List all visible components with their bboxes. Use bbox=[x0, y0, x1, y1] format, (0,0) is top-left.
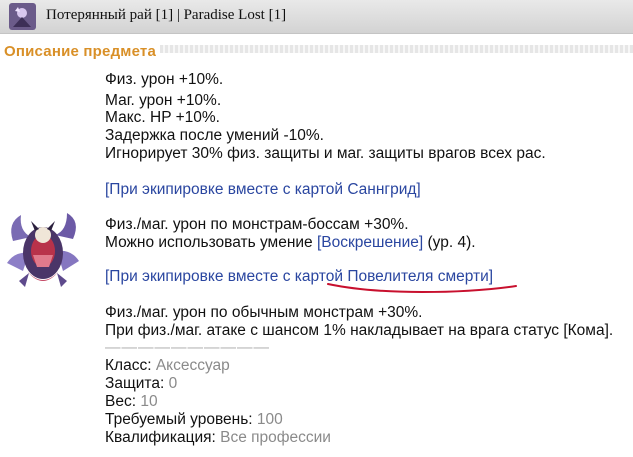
window-title: Потерянный рай [1] | Paradise Lost [1] bbox=[46, 7, 287, 23]
combo-header-prefix: [При экипировке вместе с картой bbox=[105, 268, 348, 285]
app-icon bbox=[9, 3, 36, 30]
combo-effect-line: При физ./маг. атаке с шансом 1% накладыв… bbox=[105, 322, 614, 339]
property-class: Класс: Аксессуар bbox=[105, 357, 230, 375]
property-value: 10 bbox=[140, 393, 158, 410]
header-divider bbox=[160, 45, 633, 53]
skill-text-prefix: Можно использовать умение bbox=[105, 234, 317, 251]
property-label: Защита: bbox=[105, 375, 169, 392]
section-title: Описание предмета bbox=[4, 43, 157, 60]
stat-line: Физ. урон +10%. bbox=[105, 71, 224, 88]
property-value: 100 bbox=[256, 411, 283, 428]
stat-line: Задержка после умений -10%. bbox=[105, 127, 324, 144]
combo-effect-line: Можно использовать умение [Воскрешение] … bbox=[105, 234, 476, 252]
stat-line: Игнорирует 30% физ. защиты и маг. защиты… bbox=[105, 145, 546, 162]
property-defense: Защита: 0 bbox=[105, 375, 177, 393]
skill-text-suffix: (ур. 4). bbox=[423, 234, 476, 251]
property-label: Квалификация: bbox=[105, 429, 221, 446]
property-value: 0 bbox=[168, 375, 178, 392]
stat-line: Маг. урон +10%. bbox=[105, 92, 222, 109]
combo-card-name: Повелителя смерти] bbox=[347, 268, 494, 285]
property-qualification: Квалификация: Все профессии bbox=[105, 429, 331, 447]
property-label: Требуемый уровень: bbox=[105, 411, 257, 428]
combo-effect-line: Физ./маг. урон по монстрам-боссам +30%. bbox=[105, 216, 409, 233]
property-level: Требуемый уровень: 100 bbox=[105, 411, 283, 429]
combo-header-death-lord: [При экипировке вместе с картой Повелите… bbox=[105, 268, 493, 286]
card-item-image bbox=[7, 213, 79, 287]
property-label: Класс: bbox=[105, 357, 156, 374]
window-titlebar: Потерянный рай [1] | Paradise Lost [1] bbox=[0, 0, 633, 34]
property-weight: Вес: 10 bbox=[105, 393, 158, 411]
stat-line: Макс. HP +10%. bbox=[105, 109, 220, 126]
property-label: Вес: bbox=[105, 393, 141, 410]
skill-link-resurrection[interactable]: [Воскрешение] bbox=[317, 234, 423, 251]
combo-effect-line: Физ./маг. урон по обычным монстрам +30%. bbox=[105, 304, 423, 321]
property-value: Все профессии bbox=[220, 429, 331, 446]
property-value: Аксессуар bbox=[155, 357, 230, 374]
separator: —————————— bbox=[105, 339, 270, 356]
combo-header-sanngrid: [При экипировке вместе с картой Саннгрид… bbox=[105, 181, 421, 198]
